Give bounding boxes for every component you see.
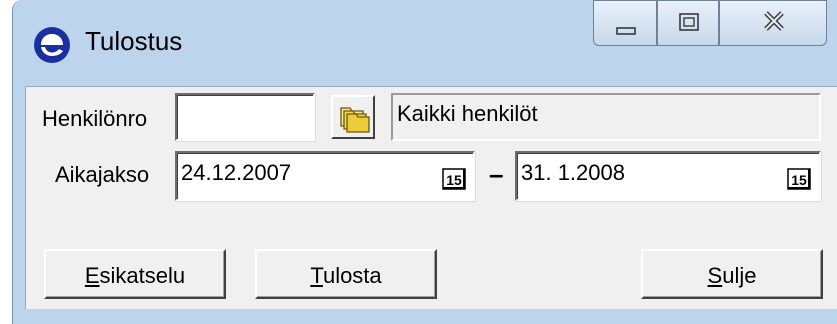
close-button-label: Sulje	[707, 263, 757, 288]
folder-icon	[340, 107, 370, 133]
caption-buttons	[593, 0, 837, 50]
preview-button[interactable]: Esikatselu	[44, 249, 226, 299]
maximize-icon	[679, 13, 699, 31]
person-lookup-button[interactable]	[331, 95, 375, 139]
date-range-separator: –	[489, 159, 504, 189]
maximize-button[interactable]	[657, 0, 719, 46]
date-to-input[interactable]: 31. 1.2008 15	[515, 151, 821, 201]
aikajakso-label: Aikajakso	[55, 162, 150, 187]
date-from-input[interactable]: 24.12.2007 15	[175, 151, 475, 201]
close-window-button[interactable]	[719, 0, 827, 46]
print-button-label: Tulosta	[310, 263, 382, 288]
minimize-button[interactable]	[593, 0, 657, 46]
henkilonro-label: Henkilönro	[42, 106, 148, 131]
title-bar[interactable]: Tulostus	[13, 0, 837, 86]
calendar-icon[interactable]: 15	[787, 167, 811, 191]
person-display-field: Kaikki henkilöt	[391, 93, 821, 141]
dialog-window: Tulostus Henkilönro Kaikki henkilöt Aika…	[12, 0, 837, 324]
minimize-icon	[616, 27, 636, 35]
app-logo-icon	[34, 27, 70, 63]
close-button[interactable]: Sulje	[641, 249, 823, 299]
preview-button-label: Esikatselu	[84, 263, 186, 288]
window-title: Tulostus	[85, 26, 183, 56]
close-icon	[764, 11, 784, 31]
henkilonro-input[interactable]	[175, 93, 315, 141]
date-from-value: 24.12.2007	[181, 160, 292, 185]
svg-text:15: 15	[791, 172, 807, 188]
dialog-client-area: Henkilönro Kaikki henkilöt Aikajakso 24.…	[25, 86, 837, 309]
date-to-value: 31. 1.2008	[521, 160, 625, 185]
print-button[interactable]: Tulosta	[255, 249, 437, 299]
svg-text:15: 15	[446, 172, 462, 188]
person-display-text: Kaikki henkilöt	[397, 101, 538, 126]
calendar-icon[interactable]: 15	[442, 167, 466, 191]
